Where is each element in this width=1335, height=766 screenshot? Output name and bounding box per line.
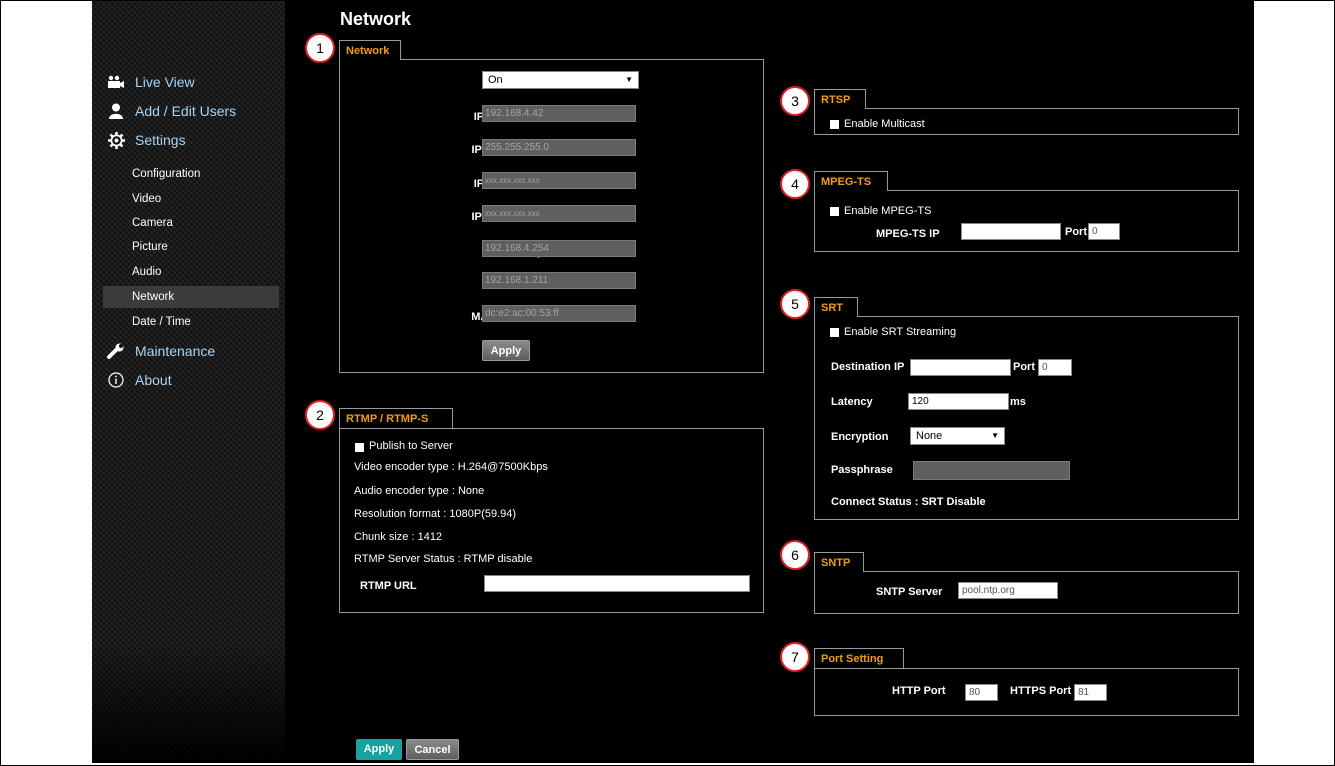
encryption-select[interactable]: None ▼ xyxy=(910,427,1005,445)
ipv4-address-field[interactable]: 192.168.4.42 xyxy=(482,105,636,122)
mpegts-panel xyxy=(814,190,1239,252)
dhcp-selected-value: On xyxy=(488,74,503,86)
audio-encoder-type: Audio encoder type : None xyxy=(354,485,485,497)
publish-to-server-checkbox[interactable] xyxy=(355,443,364,452)
callout-marker-3: 3 xyxy=(780,86,810,116)
latency-label: Latency xyxy=(831,396,873,408)
destination-ip-label: Destination IP xyxy=(831,361,905,373)
nav-live-view-label: Live View xyxy=(135,74,195,90)
app-window: Live View Add / Edit Users Settings Conf… xyxy=(92,1,1254,763)
tab-rtsp: RTSP xyxy=(814,89,866,109)
ipv6-netmask-field[interactable]: xxx.xxx.xxx.xxx xyxy=(482,205,636,222)
sntp-server-label: SNTP Server xyxy=(876,586,943,598)
enable-mpegts-label: Enable MPEG-TS xyxy=(844,205,932,217)
sidebar-item-video[interactable]: Video xyxy=(103,188,279,210)
callout-marker-6: 6 xyxy=(780,540,810,570)
sntp-server-input[interactable]: pool.ntp.org xyxy=(958,582,1058,599)
mpegts-ip-label: MPEG-TS IP xyxy=(876,228,940,240)
wrench-icon xyxy=(106,342,126,360)
destination-ip-input[interactable] xyxy=(910,359,1011,376)
mpegts-ip-input[interactable] xyxy=(961,223,1061,240)
mpegts-port-input[interactable]: 0 xyxy=(1088,223,1120,240)
nav-maintenance-label: Maintenance xyxy=(135,343,216,359)
dropdown-arrow-icon: ▼ xyxy=(991,431,999,440)
user-icon xyxy=(106,102,126,120)
sidebar-item-picture[interactable]: Picture xyxy=(103,236,279,258)
sidebar-item-network[interactable]: Network xyxy=(103,286,279,308)
enable-mpegts-checkbox[interactable] xyxy=(830,207,839,216)
gateway-field[interactable]: 192.168.4.254 xyxy=(482,240,636,257)
callout-marker-4: 4 xyxy=(780,169,810,199)
video-encoder-type: Video encoder type : H.264@7500Kbps xyxy=(354,461,548,473)
latency-input[interactable]: 120 xyxy=(908,393,1009,410)
nav-add-edit-users-label: Add / Edit Users xyxy=(135,103,237,119)
srt-port-label: Port xyxy=(1013,361,1035,373)
callout-marker-7: 7 xyxy=(780,642,810,672)
nav-settings[interactable]: Settings xyxy=(106,129,186,151)
page-title: Network xyxy=(340,9,412,29)
http-port-input[interactable]: 80 xyxy=(965,684,998,701)
srt-panel xyxy=(814,316,1239,520)
dns-field[interactable]: 192.168.1.211 xyxy=(482,272,636,289)
mac-address-field[interactable]: dc:e2:ac:00:53:ff xyxy=(482,305,636,322)
nav-about-label: About xyxy=(135,372,172,388)
https-port-input[interactable]: 81 xyxy=(1074,684,1107,701)
sidebar-item-camera[interactable]: Camera xyxy=(103,212,279,234)
passphrase-field[interactable] xyxy=(913,461,1070,480)
tab-srt: SRT xyxy=(814,297,858,317)
srt-port-input[interactable]: 0 xyxy=(1038,359,1072,376)
sidebar-item-audio[interactable]: Audio xyxy=(103,261,279,283)
tab-network: Network xyxy=(339,40,401,60)
callout-marker-5: 5 xyxy=(780,289,810,319)
rtmp-url-label: RTMP URL xyxy=(360,580,417,592)
mpegts-port-label: Port xyxy=(1065,226,1087,238)
publish-to-server-label: Publish to Server xyxy=(369,440,453,452)
ipv4-netmask-field[interactable]: 255.255.255.0 xyxy=(482,139,636,156)
nav-live-view[interactable]: Live View xyxy=(106,71,195,93)
rtmp-server-status: RTMP Server Status : RTMP disable xyxy=(354,553,533,565)
network-apply-button[interactable]: Apply xyxy=(482,340,530,361)
callout-marker-2: 2 xyxy=(305,400,335,430)
sidebar: Live View Add / Edit Users Settings Conf… xyxy=(92,1,285,763)
chunk-size: Chunk size : 1412 xyxy=(354,531,443,543)
callout-marker-1: 1 xyxy=(305,33,335,63)
info-icon xyxy=(106,371,126,389)
cancel-button[interactable]: Cancel xyxy=(406,739,459,760)
encryption-selected-value: None xyxy=(916,430,943,442)
https-port-label: HTTPS Port xyxy=(1010,685,1072,697)
tab-port-setting: Port Setting xyxy=(814,648,904,668)
encryption-label: Encryption xyxy=(831,431,889,443)
http-port-label: HTTP Port xyxy=(892,685,946,697)
resolution-format: Resolution format : 1080P(59.94) xyxy=(354,508,517,520)
tab-rtmp: RTMP / RTMP-S xyxy=(339,408,453,428)
nav-add-edit-users[interactable]: Add / Edit Users xyxy=(106,100,236,122)
nav-about[interactable]: About xyxy=(106,369,172,391)
nav-maintenance[interactable]: Maintenance xyxy=(106,340,215,362)
nav-settings-label: Settings xyxy=(135,132,186,148)
tab-sntp: SNTP xyxy=(814,552,864,572)
rtmp-url-input[interactable] xyxy=(484,575,750,592)
tab-mpegts: MPEG-TS xyxy=(814,171,888,191)
srt-connect-status: Connect Status : SRT Disable xyxy=(831,496,986,508)
ipv6-address-field[interactable]: xxx.xxx.xxx.xxx xyxy=(482,172,636,189)
sidebar-item-date-time[interactable]: Date / Time xyxy=(103,311,279,333)
enable-multicast-label: Enable Multicast xyxy=(844,118,925,130)
gear-icon xyxy=(106,131,126,149)
latency-unit: ms xyxy=(1010,396,1026,408)
enable-srt-checkbox[interactable] xyxy=(830,328,839,337)
dropdown-arrow-icon: ▼ xyxy=(625,75,633,84)
sidebar-item-configuration[interactable]: Configuration xyxy=(103,163,279,185)
enable-srt-label: Enable SRT Streaming xyxy=(844,326,957,338)
passphrase-label: Passphrase xyxy=(831,464,893,476)
camera-people-icon xyxy=(106,73,126,91)
enable-multicast-checkbox[interactable] xyxy=(830,120,839,129)
dhcp-select[interactable]: On ▼ xyxy=(482,71,639,89)
apply-button[interactable]: Apply xyxy=(356,739,402,760)
